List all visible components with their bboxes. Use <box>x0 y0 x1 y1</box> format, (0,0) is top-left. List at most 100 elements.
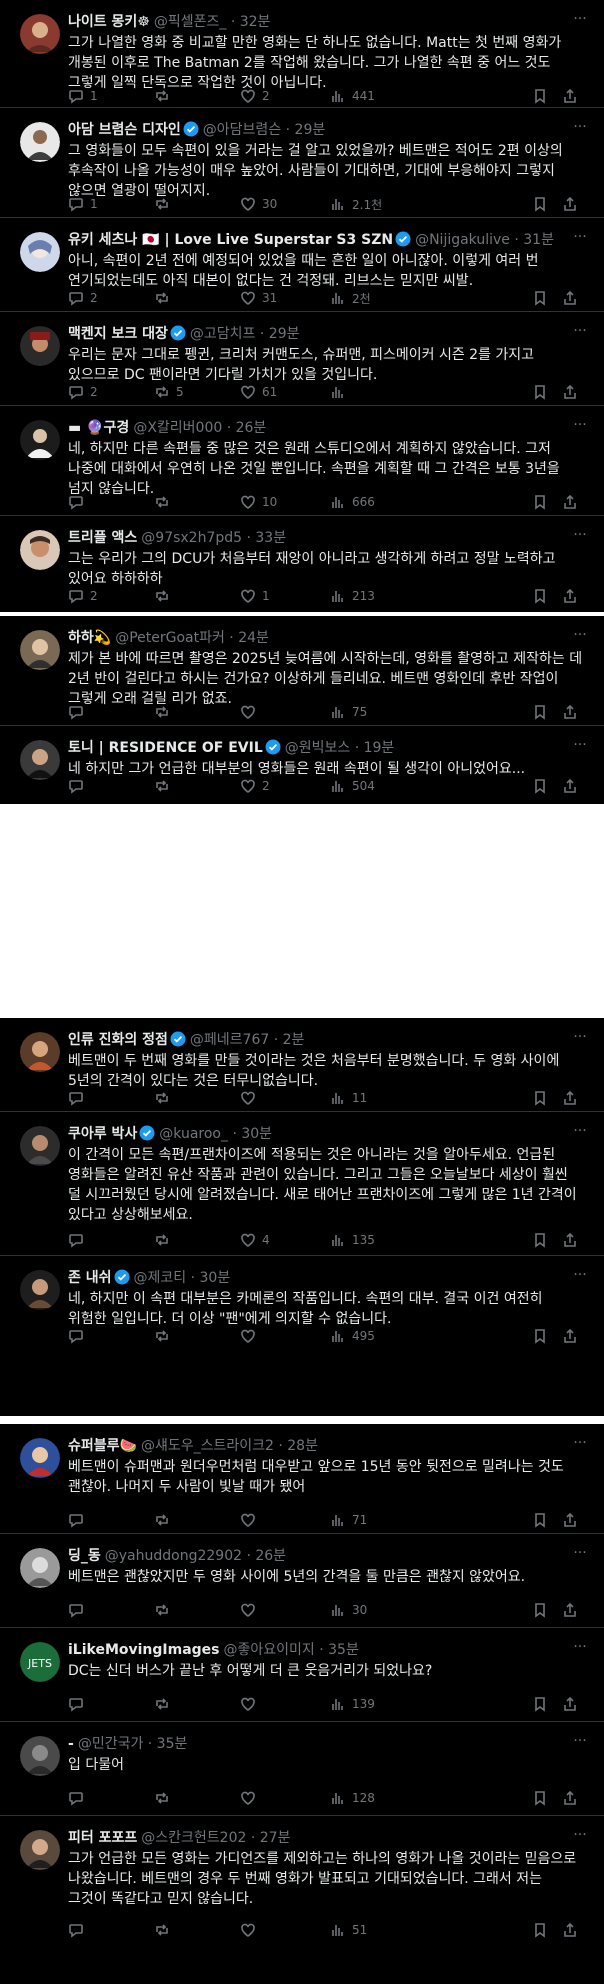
views-button[interactable]: 213 <box>330 586 375 606</box>
display-name[interactable]: 딩_동 <box>68 1548 101 1564</box>
reply-button[interactable] <box>68 1600 90 1620</box>
repost-button[interactable] <box>154 86 176 106</box>
reply-button[interactable] <box>68 702 90 722</box>
reply-button[interactable] <box>68 1788 90 1808</box>
bookmark-button[interactable] <box>532 1694 548 1714</box>
share-button[interactable] <box>562 1600 578 1620</box>
repost-button[interactable] <box>154 586 176 606</box>
like-button[interactable]: 30 <box>240 194 277 214</box>
reply-button[interactable]: 2 <box>68 382 98 402</box>
share-button[interactable] <box>562 86 578 106</box>
handle-and-time[interactable]: @X칼리버000 · 26분 <box>133 420 266 436</box>
views-button[interactable]: 2.1천 <box>330 194 382 214</box>
handle-and-time[interactable]: @섀도우_스트라이크2 · 28분 <box>141 1438 318 1454</box>
repost-button[interactable]: 5 <box>154 382 184 402</box>
repost-button[interactable] <box>154 1600 176 1620</box>
display-name[interactable]: 쿠아루 박사 <box>68 1125 155 1142</box>
repost-button[interactable] <box>154 1694 176 1714</box>
like-button[interactable] <box>240 1920 262 1940</box>
reply-button[interactable] <box>68 1510 90 1530</box>
like-button[interactable] <box>240 702 262 722</box>
reply-button[interactable] <box>68 1694 90 1714</box>
tweet-0-5[interactable]: 트리플 액스 @97sx2h7pd5 · 33분 ··· 그는 우리가 그의 DC… <box>0 516 604 612</box>
like-button[interactable]: 2 <box>240 776 270 796</box>
handle-and-time[interactable]: @픽셀폰즈_ · 32분 <box>154 14 271 30</box>
tweet-3-3[interactable]: - @민간국가 · 35분 ··· 입 다물어 128 <box>0 1722 604 1816</box>
bookmark-button[interactable] <box>532 1600 548 1620</box>
repost-button[interactable] <box>154 1788 176 1808</box>
share-button[interactable] <box>562 1694 578 1714</box>
views-button[interactable]: 666 <box>330 492 375 512</box>
handle-and-time[interactable]: @고담치프 · 29분 <box>190 326 300 342</box>
like-button[interactable]: 10 <box>240 492 277 512</box>
like-button[interactable]: 61 <box>240 382 277 402</box>
reply-button[interactable] <box>68 1920 90 1940</box>
views-button[interactable]: 71 <box>330 1510 367 1530</box>
bookmark-button[interactable] <box>532 288 548 308</box>
handle-and-time[interactable]: @좋아요이미지 · 35분 <box>224 1642 359 1658</box>
views-button[interactable]: 11 <box>330 1088 367 1108</box>
repost-button[interactable] <box>154 1920 176 1940</box>
display-name[interactable]: 맥켄지 보크 대장 <box>68 325 186 342</box>
more-options-icon[interactable]: ··· <box>570 1436 590 1456</box>
avatar[interactable] <box>20 14 60 54</box>
tweet-1-1[interactable]: 토니 | RESIDENCE OF EVIL @원빅보스 · 19분 ··· 네 … <box>0 726 604 804</box>
bookmark-button[interactable] <box>532 1920 548 1940</box>
reply-button[interactable]: 2 <box>68 288 98 308</box>
display-name[interactable]: 아담 브렴슨 디자인 <box>68 121 199 138</box>
views-button[interactable]: 504 <box>330 776 375 796</box>
handle-and-time[interactable]: @원빅보스 · 19분 <box>285 740 395 756</box>
bookmark-button[interactable] <box>532 86 548 106</box>
more-options-icon[interactable]: ··· <box>570 628 590 648</box>
reply-button[interactable] <box>68 1326 90 1346</box>
share-button[interactable] <box>562 586 578 606</box>
tweet-2-0[interactable]: 인류 진화의 정점 @페네르767 · 2분 ··· 베트맨이 두 번째 영화를 … <box>0 1018 604 1112</box>
more-options-icon[interactable]: ··· <box>570 1546 590 1566</box>
reply-button[interactable] <box>68 776 90 796</box>
avatar[interactable] <box>20 1270 60 1310</box>
tweet-3-2[interactable]: JETS iLikeMovingImages @좋아요이미지 · 35분 ··· … <box>0 1628 604 1722</box>
share-button[interactable] <box>562 194 578 214</box>
more-options-icon[interactable]: ··· <box>570 120 590 140</box>
handle-and-time[interactable]: @Nijigakulive · 31분 <box>415 232 554 248</box>
display-name[interactable]: 슈퍼블루🍉 <box>68 1438 137 1454</box>
avatar[interactable] <box>20 122 60 162</box>
like-button[interactable]: 2 <box>240 86 270 106</box>
like-button[interactable] <box>240 1694 262 1714</box>
more-options-icon[interactable]: ··· <box>570 1268 590 1288</box>
bookmark-button[interactable] <box>532 776 548 796</box>
reply-button[interactable] <box>68 492 90 512</box>
bookmark-button[interactable] <box>532 382 548 402</box>
tweet-3-4[interactable]: 피터 포포프 @스칸크헌트202 · 27분 ··· 그가 언급한 모든 영화는 … <box>0 1816 604 1944</box>
handle-and-time[interactable]: @yahuddong22902 · 26분 <box>105 1548 286 1564</box>
handle-and-time[interactable]: @민간국가 · 35분 <box>78 1736 188 1752</box>
avatar[interactable] <box>20 326 60 366</box>
repost-button[interactable] <box>154 1510 176 1530</box>
avatar[interactable] <box>20 740 60 780</box>
more-options-icon[interactable]: ··· <box>570 1734 590 1754</box>
repost-button[interactable] <box>154 776 176 796</box>
share-button[interactable] <box>562 1088 578 1108</box>
reply-button[interactable]: 1 <box>68 194 98 214</box>
repost-button[interactable] <box>154 1088 176 1108</box>
reply-button[interactable]: 2 <box>68 586 98 606</box>
avatar[interactable] <box>20 1032 60 1072</box>
bookmark-button[interactable] <box>532 492 548 512</box>
display-name[interactable]: 하하💫 <box>68 630 111 646</box>
display-name[interactable]: 인류 진화의 정점 <box>68 1031 186 1048</box>
display-name[interactable]: 유키 세츠나 🇯🇵 | Love Live Superstar S3 SZN <box>68 231 411 248</box>
repost-button[interactable] <box>154 194 176 214</box>
views-button[interactable]: 30 <box>330 1600 367 1620</box>
tweet-3-0[interactable]: 슈퍼블루🍉 @섀도우_스트라이크2 · 28분 ··· 베트맨이 슈퍼맨과 원더우… <box>0 1424 604 1534</box>
avatar[interactable]: JETS <box>20 1642 60 1682</box>
more-options-icon[interactable]: ··· <box>570 528 590 548</box>
share-button[interactable] <box>562 702 578 722</box>
handle-and-time[interactable]: @페네르767 · 2분 <box>190 1032 305 1048</box>
share-button[interactable] <box>562 1788 578 1808</box>
bookmark-button[interactable] <box>532 1788 548 1808</box>
like-button[interactable] <box>240 1600 262 1620</box>
avatar[interactable] <box>20 1736 60 1776</box>
repost-button[interactable] <box>154 288 176 308</box>
handle-and-time[interactable]: @아담브렴슨 · 29분 <box>203 122 325 138</box>
views-button[interactable]: 441 <box>330 86 375 106</box>
